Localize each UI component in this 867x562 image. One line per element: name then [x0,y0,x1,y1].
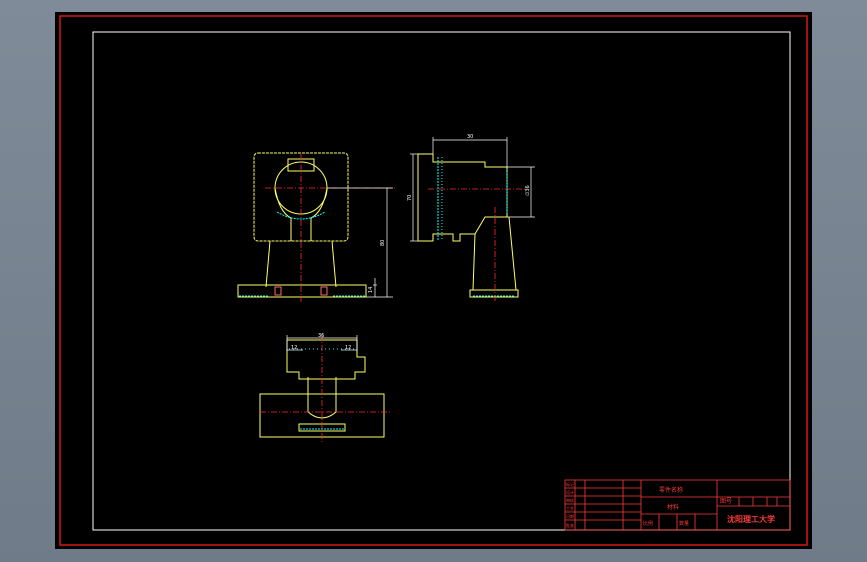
tb-label-4: 日期 [566,513,574,519]
dim-side-height: 70 [407,195,413,201]
side-center-lines [428,188,525,302]
dim-side-top: 30 [467,134,473,140]
dim-bottom-right: 12 [345,345,351,351]
tb-scale: 比例 [643,520,653,527]
front-view [237,152,367,298]
tb-label-2: 审核 [566,497,574,503]
tb-label-1: 设计 [566,489,574,495]
tb-drawing-number: 图号 [720,498,732,505]
tb-university: 沈阳理工大学 [727,514,775,524]
tb-label-5: 批准 [566,522,574,528]
dim-side-bore: ∅36 [525,185,531,196]
outer-frame [59,15,808,546]
drawing-border [92,31,791,531]
drawing-sheet: 80 14 30 70 ∅36 36 12 12 标记 设计 审核 工艺 日期 … [55,12,812,549]
tb-part-name: 零件名称 [659,486,683,494]
tb-quantity: 数量 [679,520,689,527]
tb-label-3: 工艺 [566,506,574,511]
bottom-center-lines [260,334,390,442]
cad-drawing: 80 14 30 70 ∅36 36 12 12 标记 设计 审核 工艺 日期 … [59,15,808,546]
dim-front-base: 14 [368,287,374,293]
side-hatching [437,157,515,297]
dim-bottom-left: 12 [291,345,297,351]
side-view [417,153,519,298]
front-hatching [239,211,365,297]
dim-bottom-width: 36 [318,333,324,339]
front-center-lines [265,154,395,302]
tb-material: 材料 [667,503,679,511]
tb-label-0: 标记 [566,481,574,487]
dim-front-height: 80 [380,240,386,246]
